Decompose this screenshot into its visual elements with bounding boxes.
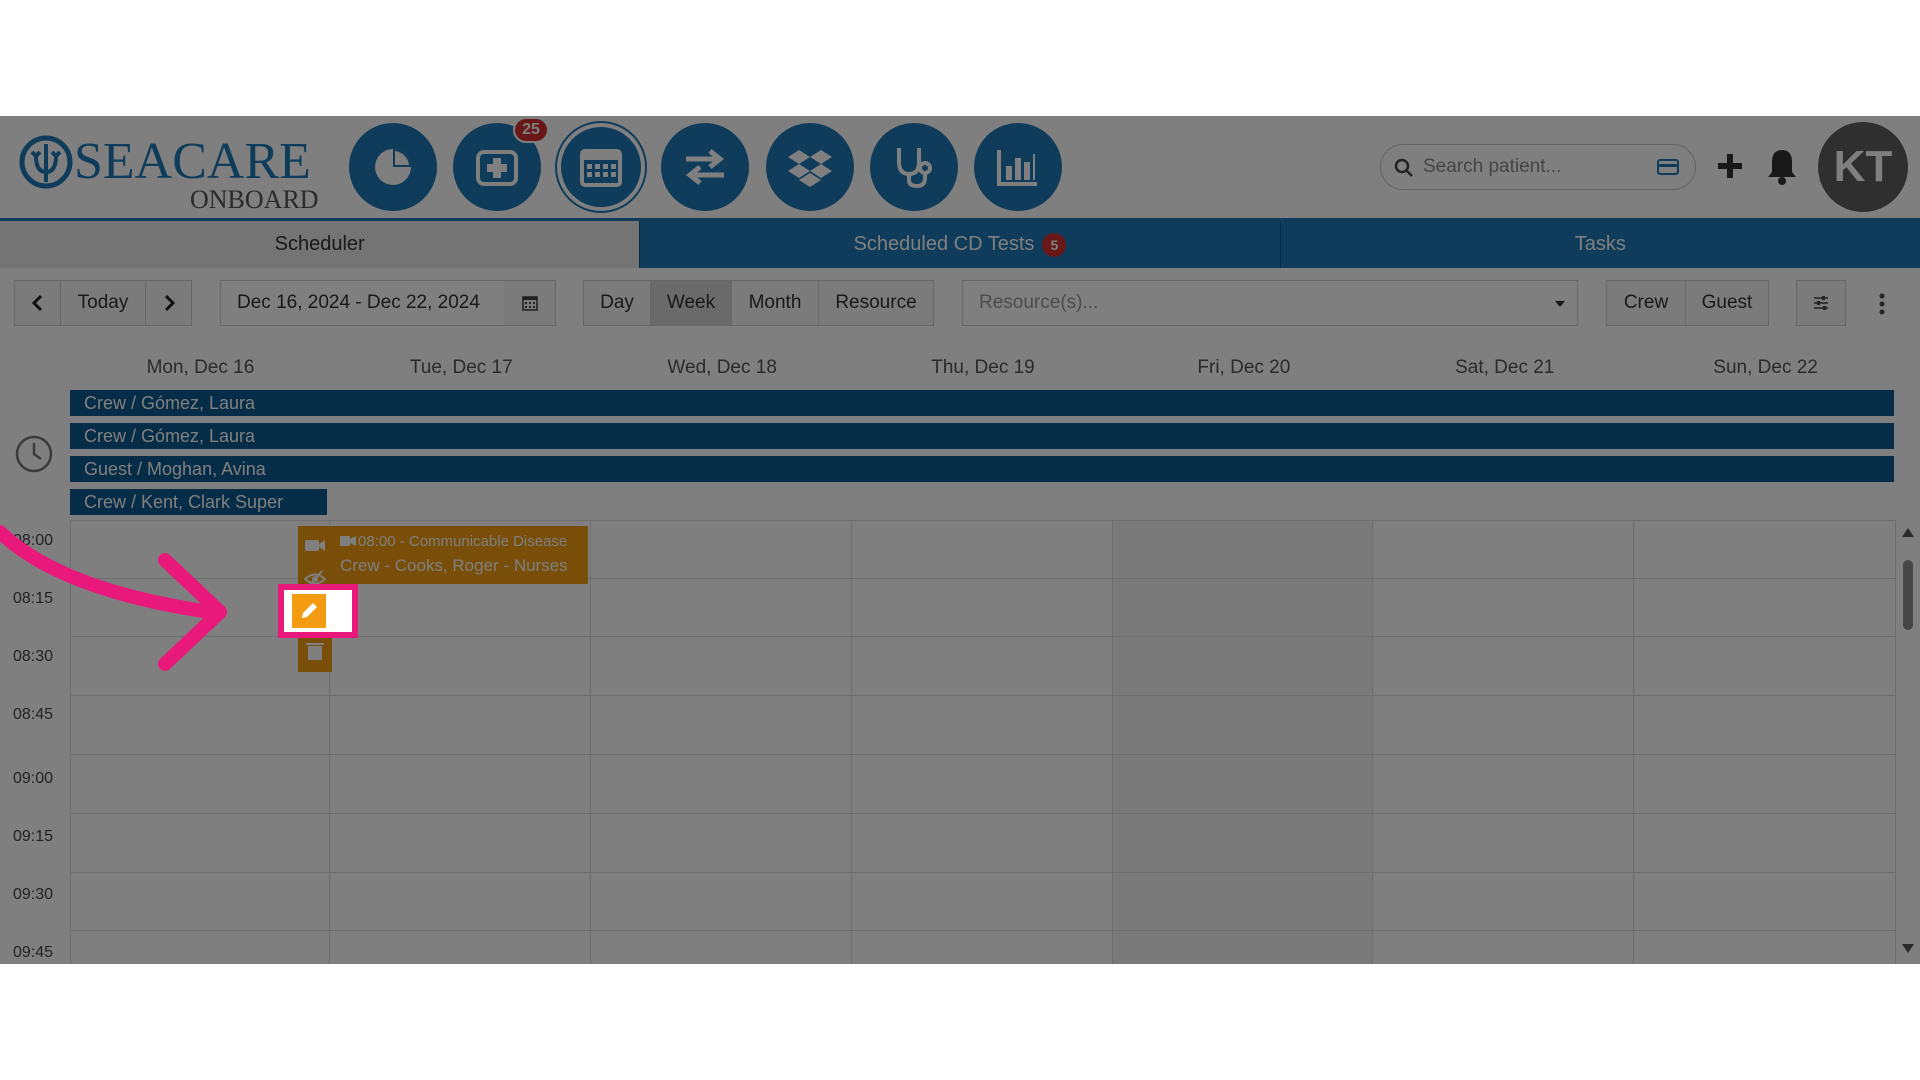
tab-label: Scheduled CD Tests: [853, 233, 1035, 255]
medical-exam-button[interactable]: [870, 123, 958, 211]
clock-icon: [15, 435, 53, 473]
edit-event-highlight[interactable]: [278, 584, 358, 638]
prev-week-button[interactable]: [14, 280, 61, 326]
caret-down-icon: [1555, 301, 1565, 307]
day-header: Sun, Dec 22: [1713, 357, 1818, 378]
scroll-down-icon[interactable]: [1902, 944, 1914, 953]
day-header: Wed, Dec 18: [667, 357, 777, 378]
time-label: 09:15: [12, 828, 54, 845]
tab-scheduler[interactable]: Scheduler: [0, 221, 640, 268]
all-day-events: Crew / Gómez, Laura Crew / Gómez, Laura …: [70, 390, 1896, 516]
day-header: Thu, Dec 19: [931, 357, 1035, 378]
time-label: 09:45: [12, 944, 54, 961]
bar-chart-icon: [997, 150, 1037, 186]
time-label: 09:00: [12, 770, 54, 787]
new-visit-button[interactable]: 25: [453, 117, 549, 211]
logo-text: SEACARE: [74, 133, 311, 190]
video-icon: [340, 536, 356, 546]
chevron-right-icon: [164, 294, 175, 312]
top-bar: SEACARE ONBOARD 25 Search patient... KT: [0, 116, 1920, 218]
main-tabs: Scheduler Scheduled CD Tests 5 Tasks: [0, 218, 1920, 268]
view-resource-button[interactable]: Resource: [818, 280, 934, 326]
time-label: 08:45: [12, 706, 54, 723]
notification-badge: 25: [513, 117, 549, 143]
all-day-event[interactable]: Crew / Gómez, Laura: [70, 390, 1894, 416]
guest-filter-button[interactable]: Guest: [1685, 280, 1769, 326]
all-day-event[interactable]: Crew / Gómez, Laura: [70, 423, 1894, 449]
video-icon[interactable]: [304, 534, 326, 556]
seacare-logo[interactable]: SEACARE ONBOARD: [18, 126, 328, 216]
vertical-scrollbar[interactable]: [1896, 520, 1920, 964]
reports-button[interactable]: [974, 123, 1062, 211]
view-month-button[interactable]: Month: [731, 280, 819, 326]
view-week-button[interactable]: Week: [650, 280, 732, 326]
event-title: 08:00 - Communicable Disease: [358, 533, 568, 550]
resource-select[interactable]: Resource(s)...: [962, 280, 1578, 326]
add-icon[interactable]: [1712, 146, 1748, 186]
search-input[interactable]: [1423, 151, 1643, 183]
all-day-event[interactable]: Guest / Moghan, Avina: [70, 456, 1894, 482]
more-vertical-icon[interactable]: [1872, 292, 1892, 316]
logo-sub: ONBOARD: [190, 185, 319, 214]
date-picker-button[interactable]: [504, 280, 556, 326]
dashboard-button[interactable]: [349, 123, 437, 211]
patient-search[interactable]: [1380, 144, 1696, 190]
tab-label: Scheduler: [274, 233, 365, 255]
settings-button[interactable]: [1796, 280, 1846, 326]
exchange-arrows-icon: [685, 149, 725, 185]
calendar-event[interactable]: 08:00 - Communicable Disease Crew - Cook…: [332, 526, 588, 584]
sliders-icon: [1814, 296, 1828, 310]
event-title-row: 08:00 - Communicable Disease: [340, 530, 584, 554]
crew-filter-button[interactable]: Crew: [1606, 280, 1686, 326]
today-button[interactable]: Today: [60, 280, 146, 326]
day-header: Sat, Dec 21: [1455, 357, 1555, 378]
day-header: Mon, Dec 16: [146, 357, 255, 378]
tab-scheduled-cd-tests[interactable]: Scheduled CD Tests 5: [639, 221, 1280, 268]
tab-badge: 5: [1042, 232, 1067, 257]
tab-tasks[interactable]: Tasks: [1279, 221, 1920, 268]
bell-icon[interactable]: [1764, 144, 1800, 186]
scroll-up-icon[interactable]: [1902, 528, 1914, 537]
tutorial-arrow-icon: [0, 525, 227, 671]
resource-placeholder: Resource(s)...: [979, 292, 1099, 313]
all-day-event[interactable]: Crew / Kent, Clark Super: [70, 489, 327, 515]
calendar-nav-button[interactable]: [557, 123, 645, 211]
medical-plus-icon: [476, 150, 518, 186]
day-header: Tue, Dec 17: [409, 357, 513, 378]
time-label: 09:30: [12, 886, 54, 903]
transfer-button[interactable]: [661, 123, 749, 211]
pencil-icon: [302, 603, 317, 618]
boxes-icon: [788, 150, 832, 187]
day-header: Fri, Dec 20: [1197, 357, 1291, 378]
tab-label: Tasks: [1574, 233, 1626, 255]
app-window: SEACARE ONBOARD 25 Search patient... KT …: [0, 116, 1920, 964]
stethoscope-icon: [897, 148, 932, 189]
inventory-button[interactable]: [766, 123, 854, 211]
edit-event-button[interactable]: [292, 594, 326, 628]
pie-chart-icon: [375, 149, 411, 185]
calendar-icon: [580, 149, 622, 187]
user-avatar[interactable]: KT: [1818, 122, 1908, 212]
search-icon: [1394, 158, 1413, 177]
day-headers: Mon, Dec 16 Tue, Dec 17 Wed, Dec 18 Thu,…: [70, 348, 1896, 388]
calendar-icon: [521, 296, 538, 311]
trash-icon[interactable]: [304, 640, 326, 662]
next-week-button[interactable]: [145, 280, 192, 326]
today-column: [1112, 520, 1372, 964]
chevron-left-icon: [31, 294, 42, 312]
view-day-button[interactable]: Day: [583, 280, 651, 326]
id-card-icon[interactable]: [1657, 159, 1679, 175]
event-subtitle: Crew - Cooks, Roger - Nurses: [340, 556, 568, 575]
scroll-thumb[interactable]: [1903, 560, 1913, 630]
